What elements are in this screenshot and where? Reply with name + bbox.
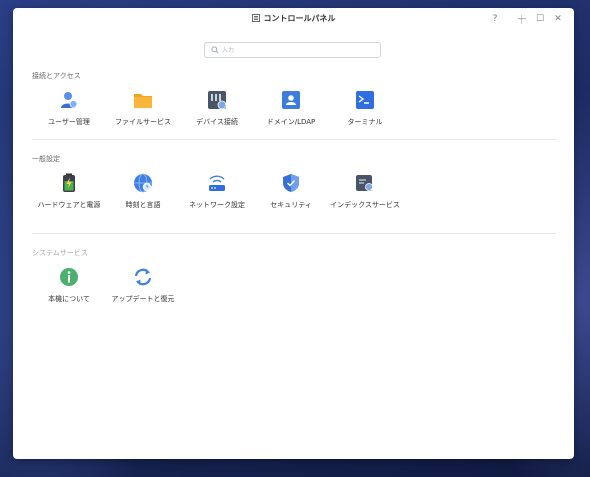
domain-ldap-button[interactable]: ドメイン/LDAP bbox=[251, 90, 331, 127]
control-panel-window: コントロールパネル ? — ☐ ✕ 接続とアクセス ユーザー管理 ファイルサービ… bbox=[13, 8, 574, 459]
window-title-text: コントロールパネル bbox=[263, 14, 336, 23]
item-label: インデックスサービス bbox=[330, 201, 400, 209]
maximize-button[interactable]: ☐ bbox=[534, 12, 546, 26]
security-button[interactable]: セキュリティ bbox=[251, 173, 331, 210]
time-language-button[interactable]: 時刻と言語 bbox=[103, 173, 183, 210]
item-label: ターミナル bbox=[347, 118, 383, 126]
item-label: 本機について bbox=[48, 295, 90, 303]
close-button[interactable]: ✕ bbox=[552, 12, 564, 26]
hardware-power-icon bbox=[63, 173, 75, 192]
security-icon bbox=[283, 174, 299, 192]
terminal-icon bbox=[356, 91, 374, 109]
item-label: ユーザー管理 bbox=[48, 118, 90, 126]
file-service-icon bbox=[134, 94, 152, 108]
section-title-general: 一般設定 bbox=[32, 155, 60, 163]
update-restore-icon bbox=[134, 268, 152, 286]
index-service-button[interactable]: インデックスサービス bbox=[325, 173, 405, 210]
section-divider bbox=[32, 139, 556, 140]
title-bar[interactable]: コントロールパネル ? — ☐ ✕ bbox=[13, 8, 574, 32]
section-divider bbox=[32, 233, 556, 234]
hardware-power-button[interactable]: ハードウェアと電源 bbox=[29, 173, 109, 210]
item-label: 時刻と言語 bbox=[125, 201, 161, 209]
item-label: ファイルサービス bbox=[115, 118, 171, 126]
item-label: ネットワーク設定 bbox=[189, 201, 245, 209]
user-management-button[interactable]: ユーザー管理 bbox=[29, 90, 109, 127]
device-connection-button[interactable]: デバイス接続 bbox=[177, 90, 257, 127]
index-service-icon bbox=[356, 175, 375, 193]
info-icon bbox=[60, 268, 78, 286]
search-icon bbox=[211, 46, 219, 54]
file-service-button[interactable]: ファイルサービス bbox=[103, 90, 183, 127]
update-restore-button[interactable]: アップデートと復元 bbox=[103, 267, 183, 304]
minimize-button[interactable]: — bbox=[516, 12, 528, 26]
section-title-system: システムサービス bbox=[32, 249, 88, 257]
item-label: セキュリティ bbox=[270, 201, 312, 209]
item-label: アップデートと復元 bbox=[111, 295, 175, 303]
search-input[interactable] bbox=[222, 44, 372, 56]
time-language-icon bbox=[134, 173, 152, 193]
terminal-button[interactable]: ターミナル bbox=[325, 90, 405, 127]
item-label: ハードウェアと電源 bbox=[37, 201, 101, 209]
section-title-connection: 接続とアクセス bbox=[32, 72, 81, 80]
item-label: ドメイン/LDAP bbox=[266, 118, 316, 126]
user-management-icon bbox=[61, 92, 78, 108]
network-settings-icon bbox=[209, 175, 225, 191]
search-box[interactable] bbox=[204, 42, 381, 58]
network-settings-button[interactable]: ネットワーク設定 bbox=[177, 173, 257, 210]
help-button[interactable]: ? bbox=[489, 12, 501, 26]
domain-ldap-icon bbox=[282, 91, 300, 109]
about-device-button[interactable]: 本機について bbox=[29, 267, 109, 304]
item-label: デバイス接続 bbox=[196, 118, 238, 126]
device-connection-icon bbox=[208, 91, 227, 110]
control-panel-icon bbox=[251, 14, 260, 22]
